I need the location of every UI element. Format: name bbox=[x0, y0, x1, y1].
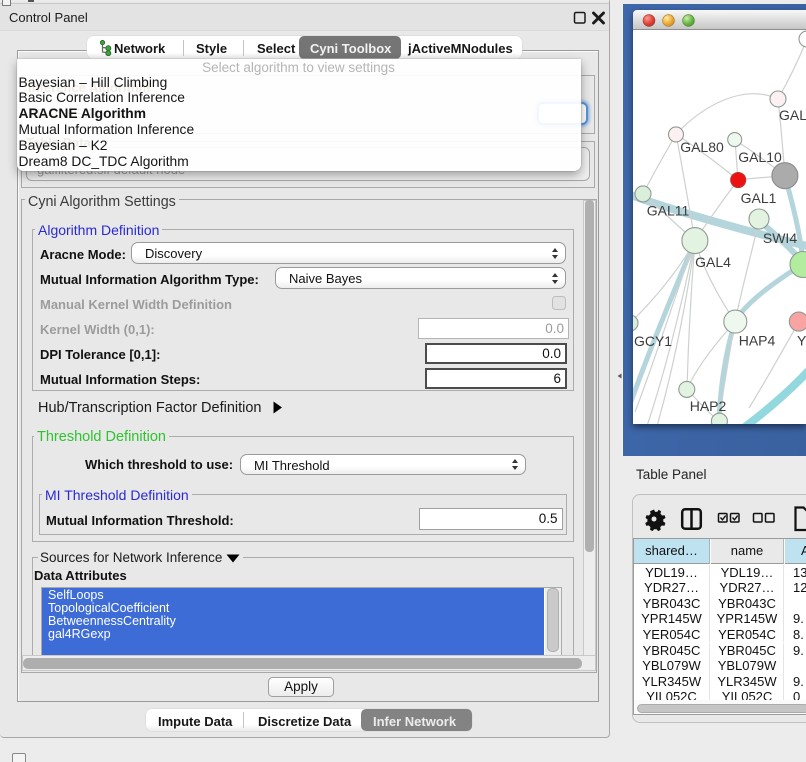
svg-text:GCY1: GCY1 bbox=[634, 333, 672, 349]
svg-text:HAP4: HAP4 bbox=[739, 333, 776, 349]
svg-text:GAL80: GAL80 bbox=[680, 139, 724, 155]
svg-text:YJ: YJ bbox=[797, 333, 806, 349]
svg-text:GAL10: GAL10 bbox=[738, 149, 782, 165]
svg-text:GAL7: GAL7 bbox=[779, 107, 806, 123]
svg-text:SWI4: SWI4 bbox=[763, 230, 797, 246]
svg-text:GAL11: GAL11 bbox=[647, 203, 690, 219]
svg-text:GAL4: GAL4 bbox=[695, 254, 731, 270]
svg-text:GAL1: GAL1 bbox=[741, 190, 777, 206]
svg-text:HAP2: HAP2 bbox=[690, 398, 727, 414]
